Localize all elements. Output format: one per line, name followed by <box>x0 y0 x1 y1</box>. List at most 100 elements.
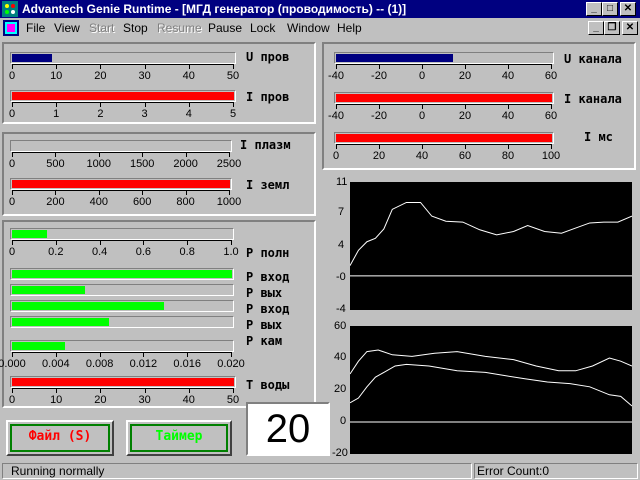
menu-lock[interactable]: Lock <box>250 21 275 35</box>
menu-window[interactable]: Window <box>287 21 330 35</box>
doc-restore-button[interactable]: ❐ <box>604 21 620 35</box>
doc-minimize-button[interactable]: _ <box>588 21 604 35</box>
axis-tick-label: -40 <box>328 110 344 122</box>
axis-tick <box>98 190 100 195</box>
axis-tick-label: 0 <box>8 196 16 208</box>
menu-file[interactable]: File <box>26 21 45 35</box>
minimize-button[interactable]: _ <box>586 2 602 16</box>
axis-tick-label: 2 <box>97 108 104 120</box>
file-button[interactable]: Файл (S) <box>6 420 114 456</box>
axis-tick-label: 3 <box>141 108 148 120</box>
axis-tick-label: 10 <box>50 70 63 82</box>
menu-pause[interactable]: Pause <box>208 21 242 35</box>
menu-view[interactable]: View <box>54 21 80 35</box>
counter-display: 20 <box>246 402 330 456</box>
axis-tick-label: 500 <box>46 158 65 170</box>
axis-tick <box>12 190 13 195</box>
axis-tick-label: 0.000 <box>0 358 26 370</box>
doc-close-button[interactable]: ✕ <box>622 21 638 35</box>
axis-tick-label: 0.016 <box>173 358 201 370</box>
menu-resume[interactable]: Resume <box>157 21 202 35</box>
axis-tick-label: 60 <box>458 150 472 162</box>
close-button[interactable]: ✕ <box>620 2 636 16</box>
trend-series-0 <box>349 349 633 375</box>
axis-tick <box>465 64 466 69</box>
i-kanala-axis: -40 -20 0 20 40 60 <box>328 104 557 124</box>
p-poln-bar <box>10 228 234 240</box>
axis-tick <box>12 102 13 107</box>
status-text: Running normally <box>2 463 472 479</box>
axis-tick <box>508 104 509 109</box>
axis-tick-label: 0 <box>8 394 16 406</box>
trend2-ylabel: 40 <box>334 351 347 363</box>
maximize-button[interactable]: □ <box>602 2 618 16</box>
axis-tick-label: 1 <box>53 108 60 120</box>
axis-tick-label: -40 <box>328 70 344 82</box>
p-vhod2-label: P вход <box>246 302 290 316</box>
axis-tick-label: 1.0 <box>223 246 239 258</box>
menu-help[interactable]: Help <box>337 21 362 35</box>
trend1-ylabel: -4 <box>336 303 346 315</box>
i-zeml-axis: 0 200 400 600 800 1000 <box>8 190 241 210</box>
u-kanala-bar <box>334 52 554 64</box>
i-prov-axis: 0 1 2 3 4 5 <box>9 102 236 122</box>
i-kanala-label: I канала <box>564 92 622 106</box>
axis-tick-label: 100 <box>541 150 561 162</box>
axis-tick-label: 4 <box>185 108 192 120</box>
axis-tick-label: 40 <box>501 110 515 122</box>
axis-tick <box>551 64 552 69</box>
axis-line <box>336 64 552 65</box>
axis-tick-label: 50 <box>226 70 240 82</box>
i-kanala-bar <box>334 92 554 104</box>
axis-tick <box>508 144 509 149</box>
axis-tick <box>188 64 190 69</box>
p-kam-bar <box>10 340 234 352</box>
i-plazm-bar <box>10 140 232 152</box>
axis-tick-label: 60 <box>544 110 558 122</box>
axis-tick <box>422 64 423 69</box>
menu-start[interactable]: Start <box>89 21 114 35</box>
trend1-ylabel: 7 <box>338 206 345 218</box>
t-vody-axis: 0 10 20 30 40 50 <box>8 388 239 408</box>
i-prov-bar <box>10 90 236 102</box>
u-prov-axis: 0 10 20 30 40 50 <box>9 64 239 84</box>
axis-tick-label: 0 <box>332 150 340 162</box>
meter-fill <box>12 270 232 278</box>
axis-tick <box>142 190 144 195</box>
axis-tick-label: 40 <box>415 150 429 162</box>
axis-tick-label: -20 <box>371 70 387 82</box>
meter-fill <box>12 318 109 326</box>
p-poln-label: P полн <box>246 246 290 260</box>
axis-tick-label: 800 <box>176 196 195 208</box>
axis-tick <box>229 190 230 195</box>
axis-tick-label: 0.2 <box>48 246 64 258</box>
axis-tick <box>379 64 380 69</box>
trend-series-1 <box>349 363 633 407</box>
axis-tick-label: 0.004 <box>42 358 70 370</box>
axis-tick <box>188 102 190 107</box>
axis-tick-label: 0.8 <box>179 246 195 258</box>
meter-fill <box>12 230 48 238</box>
axis-tick <box>99 240 101 245</box>
axis-tick <box>55 240 57 245</box>
axis-tick <box>100 388 102 393</box>
axis-tick-label: 200 <box>46 196 65 208</box>
timer-button-label: Таймер <box>155 429 203 444</box>
axis-tick <box>422 144 423 149</box>
axis-line <box>12 152 230 153</box>
meter-fill <box>12 92 234 100</box>
trend-chart-bottom <box>349 326 633 454</box>
axis-tick-label: 1000 <box>216 196 242 208</box>
axis-line <box>12 388 234 389</box>
document-icon[interactable] <box>3 20 19 36</box>
axis-tick-label: 10 <box>50 394 63 406</box>
axis-line <box>12 190 230 191</box>
menu-stop[interactable]: Stop <box>123 21 148 35</box>
axis-tick <box>336 64 337 69</box>
axis-tick <box>144 388 146 393</box>
axis-tick-label: 20 <box>94 394 107 406</box>
timer-button[interactable]: Таймер <box>126 420 232 456</box>
axis-tick-label: 30 <box>138 394 151 406</box>
axis-tick-label: 50 <box>226 394 240 406</box>
axis-tick <box>233 64 234 69</box>
